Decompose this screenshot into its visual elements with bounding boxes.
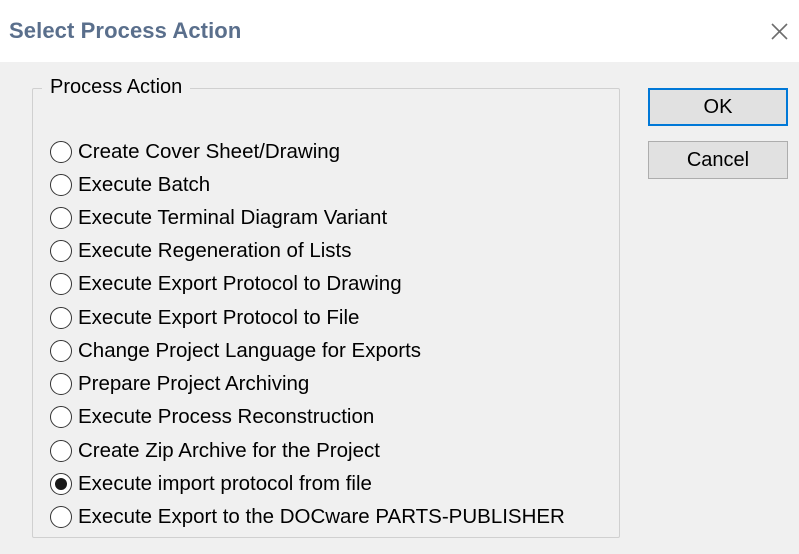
radio-button-icon[interactable] [50, 307, 72, 329]
radio-option[interactable]: Execute Batch [50, 170, 210, 200]
radio-option[interactable]: Create Cover Sheet/Drawing [50, 137, 340, 167]
close-icon[interactable] [764, 16, 794, 46]
radio-button-icon[interactable] [50, 473, 72, 495]
radio-button-icon[interactable] [50, 406, 72, 428]
radio-button-icon[interactable] [50, 340, 72, 362]
radio-option[interactable]: Execute Export Protocol to File [50, 303, 359, 333]
radio-option[interactable]: Execute Regeneration of Lists [50, 236, 352, 266]
radio-option-label: Execute Export Protocol to File [78, 306, 360, 329]
radio-button-icon[interactable] [50, 141, 72, 163]
radio-button-icon[interactable] [50, 207, 72, 229]
radio-option[interactable]: Execute Process Reconstruction [50, 402, 374, 432]
radio-option-label: Execute Batch [78, 173, 211, 196]
ok-button[interactable]: OK [648, 88, 788, 126]
radio-button-icon[interactable] [50, 273, 72, 295]
radio-option-label: Execute Export to the DOCware PARTS-PUBL… [78, 505, 565, 528]
dialog-titlebar: Select Process Action [0, 0, 799, 62]
radio-option-label: Execute Export Protocol to Drawing [78, 272, 402, 295]
radio-option-label: Create Zip Archive for the Project [78, 439, 380, 462]
dialog-title: Select Process Action [9, 18, 242, 43]
radio-button-icon[interactable] [50, 440, 72, 462]
radio-option[interactable]: Change Project Language for Exports [50, 336, 421, 366]
radio-option-label: Execute import protocol from file [78, 472, 372, 495]
radio-option[interactable]: Execute Terminal Diagram Variant [50, 203, 387, 233]
radio-option[interactable]: Execute import protocol from file [50, 469, 372, 499]
groupbox-label: Process Action [42, 74, 191, 100]
radio-option-label: Change Project Language for Exports [78, 339, 422, 362]
radio-option-label: Prepare Project Archiving [78, 372, 310, 395]
radio-button-icon[interactable] [50, 174, 72, 196]
radio-option[interactable]: Prepare Project Archiving [50, 369, 309, 399]
radio-button-icon[interactable] [50, 506, 72, 528]
radio-option[interactable]: Create Zip Archive for the Project [50, 436, 380, 466]
cancel-button[interactable]: Cancel [648, 141, 788, 179]
radio-button-icon[interactable] [50, 373, 72, 395]
radio-option-label: Create Cover Sheet/Drawing [78, 140, 341, 163]
radio-option-label: Execute Process Reconstruction [78, 405, 375, 428]
radio-option[interactable]: Execute Export to the DOCware PARTS-PUBL… [50, 502, 565, 532]
radio-button-icon[interactable] [50, 240, 72, 262]
radio-option[interactable]: Execute Export Protocol to Drawing [50, 269, 402, 299]
radio-option-label: Execute Terminal Diagram Variant [78, 206, 388, 229]
radio-option-label: Execute Regeneration of Lists [78, 239, 352, 262]
